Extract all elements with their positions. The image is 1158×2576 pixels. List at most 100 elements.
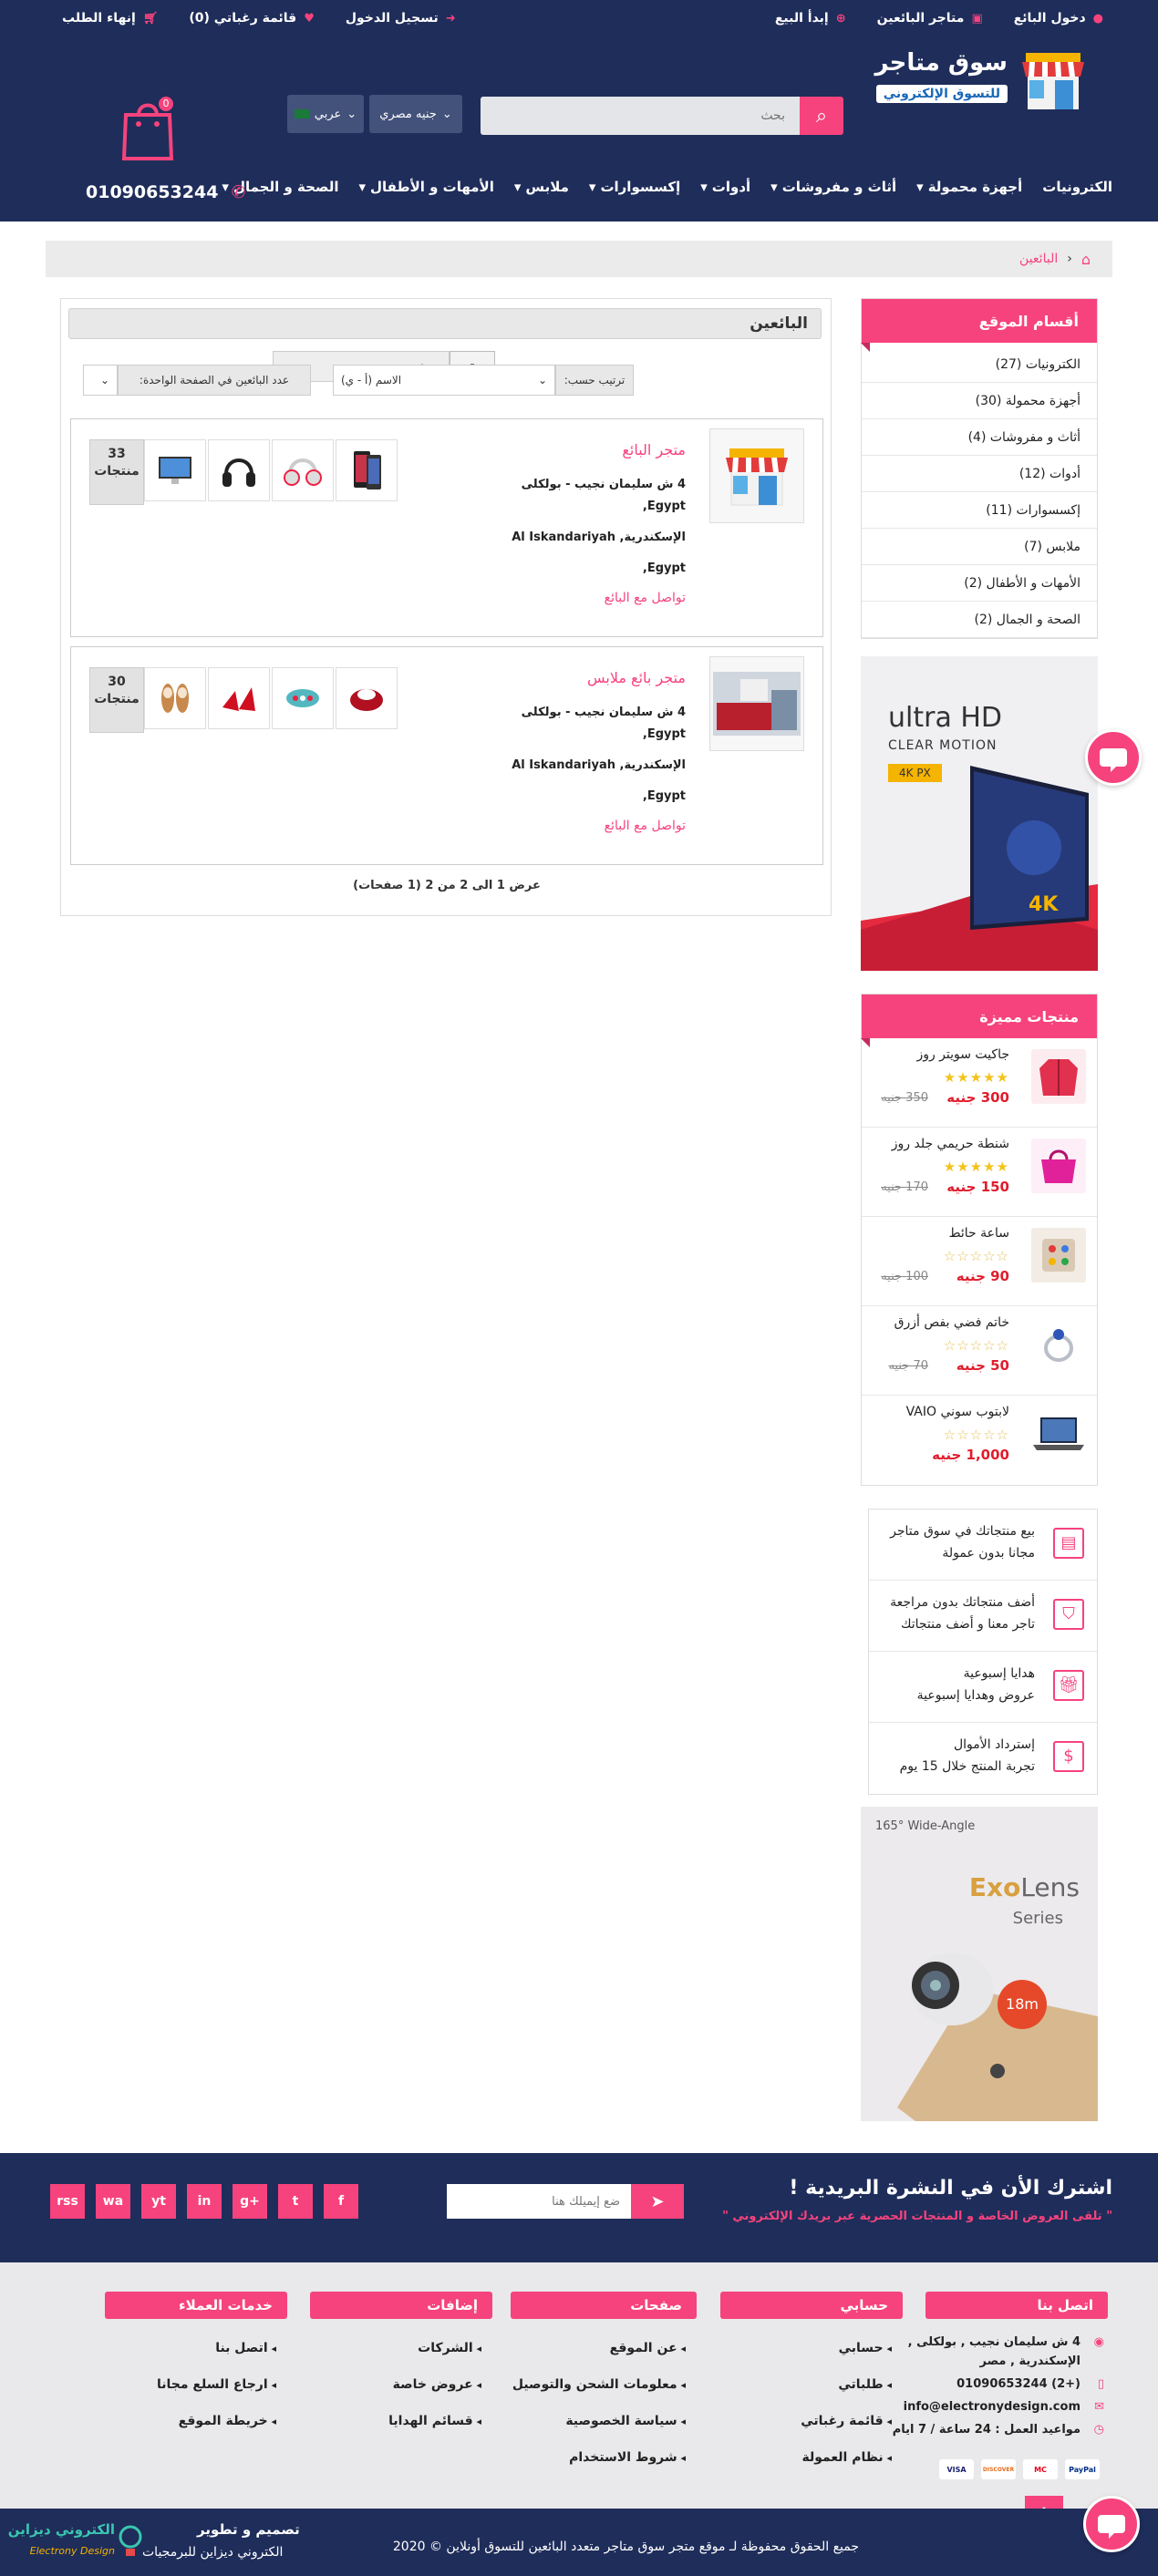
featured-product[interactable]: ساعة حائط ☆☆☆☆☆ 90 جنيه 100 جنيه: [862, 1217, 1097, 1306]
product-thumb[interactable]: [272, 667, 334, 729]
nav-item-mobile[interactable]: أجهزة محمولة ▾: [916, 179, 1022, 195]
header-search: ⌕: [481, 97, 843, 135]
nav-item-tools[interactable]: أدوات ▾: [700, 179, 750, 195]
contact-vendor-link[interactable]: تواصل مع البائع: [605, 819, 686, 833]
footer-link[interactable]: عن الموقع: [511, 2341, 697, 2355]
newsletter-title: اشترك الأن في النشرة البريدية !: [789, 2177, 1112, 2200]
footer-link[interactable]: ارجاع السلع مجانا: [105, 2377, 287, 2392]
rss-icon[interactable]: rss: [50, 2184, 85, 2219]
footer-link[interactable]: سياسة الخصوصية: [511, 2414, 697, 2428]
footer-link[interactable]: معلومات الشحن والتوصيل: [511, 2377, 697, 2392]
product-thumb[interactable]: [336, 439, 398, 501]
product-thumb[interactable]: [144, 667, 206, 729]
header-phone[interactable]: 01090653244 ✆: [86, 182, 245, 202]
sort-select[interactable]: ⌄ الاسم (أ - ي): [333, 365, 555, 396]
footer-link[interactable]: حسابي: [720, 2341, 903, 2355]
google-plus-icon[interactable]: g+: [233, 2184, 267, 2219]
nav-item-accessories[interactable]: إكسسوارات ▾: [589, 179, 680, 195]
product-thumb[interactable]: [208, 439, 270, 501]
social-links: rss wa yt in g+ t f: [50, 2184, 358, 2219]
vendor-logo[interactable]: [709, 656, 804, 751]
featured-product-name[interactable]: جاكيت سويتر روز: [916, 1047, 1009, 1062]
featured-product[interactable]: جاكيت سويتر روز ★★★★★ 300 جنيه 350 جنيه: [862, 1038, 1097, 1128]
category-item[interactable]: الكترونيات (27): [862, 346, 1097, 383]
footer-link[interactable]: عروض خاصة: [310, 2377, 492, 2392]
twitter-icon[interactable]: t: [278, 2184, 313, 2219]
vendor-logo[interactable]: [709, 428, 804, 523]
designer-logo[interactable]: الكتروني ديزاين Electrony Design: [8, 2521, 142, 2565]
footer-link[interactable]: طلباتي: [720, 2377, 903, 2392]
lens-banner[interactable]: 165° Wide-Angle ExoLens Series 18m: [861, 1807, 1098, 2121]
cart-count-badge: 0: [157, 95, 175, 113]
language-select[interactable]: ⌄ عربي: [287, 95, 364, 133]
category-item[interactable]: أثاث و مفروشات (4): [862, 419, 1097, 456]
featured-product[interactable]: خاتم فضي بفص أزرق ☆☆☆☆☆ 50 جنيه 70 جنيه: [862, 1306, 1097, 1396]
featured-product[interactable]: لابتوب سوني VAIO ☆☆☆☆☆ 1,000 جنيه: [862, 1396, 1097, 1485]
featured-product-name[interactable]: لابتوب سوني VAIO: [906, 1405, 1009, 1419]
search-button[interactable]: ⌕: [800, 97, 843, 135]
newsletter-email-input[interactable]: [447, 2184, 631, 2219]
services-box: ▤ بيع منتجاتك في سوق متاجر مجانا بدون عمول…: [868, 1509, 1098, 1795]
chat-button[interactable]: [1085, 729, 1142, 786]
nav-item-electronics[interactable]: الكترونيات: [1042, 179, 1112, 195]
vendor-name-link[interactable]: متجر البائع: [622, 441, 686, 459]
featured-product-name[interactable]: خاتم فضي بفص أزرق: [894, 1315, 1009, 1330]
nav-item-clothes[interactable]: ملابس ▾: [514, 179, 569, 195]
wishlist-link[interactable]: ♥ قائمة رغباتي (0): [189, 11, 315, 26]
home-icon[interactable]: ⌂: [1081, 251, 1091, 268]
product-thumb[interactable]: [208, 667, 270, 729]
login-link[interactable]: ➜ تسجيل الدخول: [346, 11, 456, 26]
product-thumb[interactable]: [336, 667, 398, 729]
category-item[interactable]: أجهزة محمولة (30): [862, 383, 1097, 419]
footer-link[interactable]: نظام العمولة: [720, 2450, 903, 2465]
facebook-icon[interactable]: f: [324, 2184, 358, 2219]
currency-select[interactable]: ⌄ جنيه مصري: [369, 95, 462, 133]
nav-item-kids[interactable]: الأمهات و الأطفال ▾: [358, 179, 493, 195]
nav-label: الكترونيات: [1042, 179, 1112, 195]
start-selling-link[interactable]: ⊕ إبدأ البيع: [775, 11, 846, 26]
vendor-name-link[interactable]: متجر بائع ملابس: [587, 669, 686, 686]
footer-link[interactable]: قسائم الهدايا: [310, 2414, 492, 2428]
category-item[interactable]: ملابس (7): [862, 529, 1097, 565]
tv-banner[interactable]: ultra HD CLEAR MOTION 4K PX 4K: [861, 656, 1098, 971]
service-text: تجربة المنتج خلال 15 يوم: [899, 1759, 1035, 1774]
featured-product-name[interactable]: شنطة حريمي جلد روز: [892, 1137, 1009, 1151]
sort-value: الاسم (أ - ي): [341, 374, 402, 386]
footer-link[interactable]: الشركات: [310, 2341, 492, 2355]
linkedin-icon[interactable]: in: [187, 2184, 222, 2219]
product-thumb[interactable]: [144, 439, 206, 501]
seller-login-link[interactable]: ● دخول البائع: [1014, 11, 1103, 26]
site-logo[interactable]: سوق متاجر للتسوق الإلكتروني: [874, 44, 1090, 117]
laptop-image: [1031, 1406, 1086, 1461]
checkout-link[interactable]: 🛒︎ إنهاء الطلب: [62, 11, 158, 26]
breadcrumb-current[interactable]: البائعين: [1019, 252, 1058, 266]
nav-item-furniture[interactable]: أثاث و مفروشات ▾: [770, 179, 896, 195]
newsletter-submit-button[interactable]: ➤: [631, 2184, 684, 2219]
whatsapp-icon[interactable]: wa: [96, 2184, 130, 2219]
footer-email[interactable]: ✉ info@electronydesign.com: [904, 2400, 1108, 2414]
youtube-icon[interactable]: yt: [141, 2184, 176, 2219]
phone-icon: ✆: [231, 182, 246, 202]
category-item[interactable]: إكسسوارات (11): [862, 492, 1097, 529]
shield-icon: ⛉: [1053, 1599, 1084, 1630]
featured-product[interactable]: شنطة حريمي جلد روز ★★★★★ 150 جنيه 170 جن…: [862, 1128, 1097, 1217]
caret-down-icon: ▾: [700, 179, 708, 195]
contact-vendor-link[interactable]: تواصل مع البائع: [605, 591, 686, 605]
limit-select[interactable]: ⌄: [83, 365, 118, 396]
cart-button[interactable]: 0: [120, 95, 175, 160]
search-input[interactable]: [481, 97, 800, 135]
category-item[interactable]: الصحة و الجمال (2): [862, 602, 1097, 638]
product-thumb[interactable]: [272, 439, 334, 501]
vendor-stores-link[interactable]: ▣ متاجر البائعين: [877, 11, 983, 26]
service-item: ▤ بيع منتجاتك في سوق متاجر مجانا بدون عمول…: [869, 1510, 1097, 1581]
category-item[interactable]: الأمهات و الأطفال (2): [862, 565, 1097, 602]
featured-product-name[interactable]: ساعة حائط: [949, 1226, 1009, 1241]
footer-link[interactable]: اتصل بنا: [105, 2341, 287, 2355]
footer-phone[interactable]: ▯ (+2) 01090653244: [925, 2377, 1108, 2391]
footer-link[interactable]: خريطة الموقع: [105, 2414, 287, 2428]
category-item[interactable]: أدوات (12): [862, 456, 1097, 492]
footer-link[interactable]: قائمة رغباتي: [720, 2414, 903, 2428]
chat-button[interactable]: [1083, 2496, 1140, 2552]
rating-stars: ★★★★★: [943, 1159, 1009, 1175]
footer-link[interactable]: شروط الاستخدام: [511, 2450, 697, 2465]
